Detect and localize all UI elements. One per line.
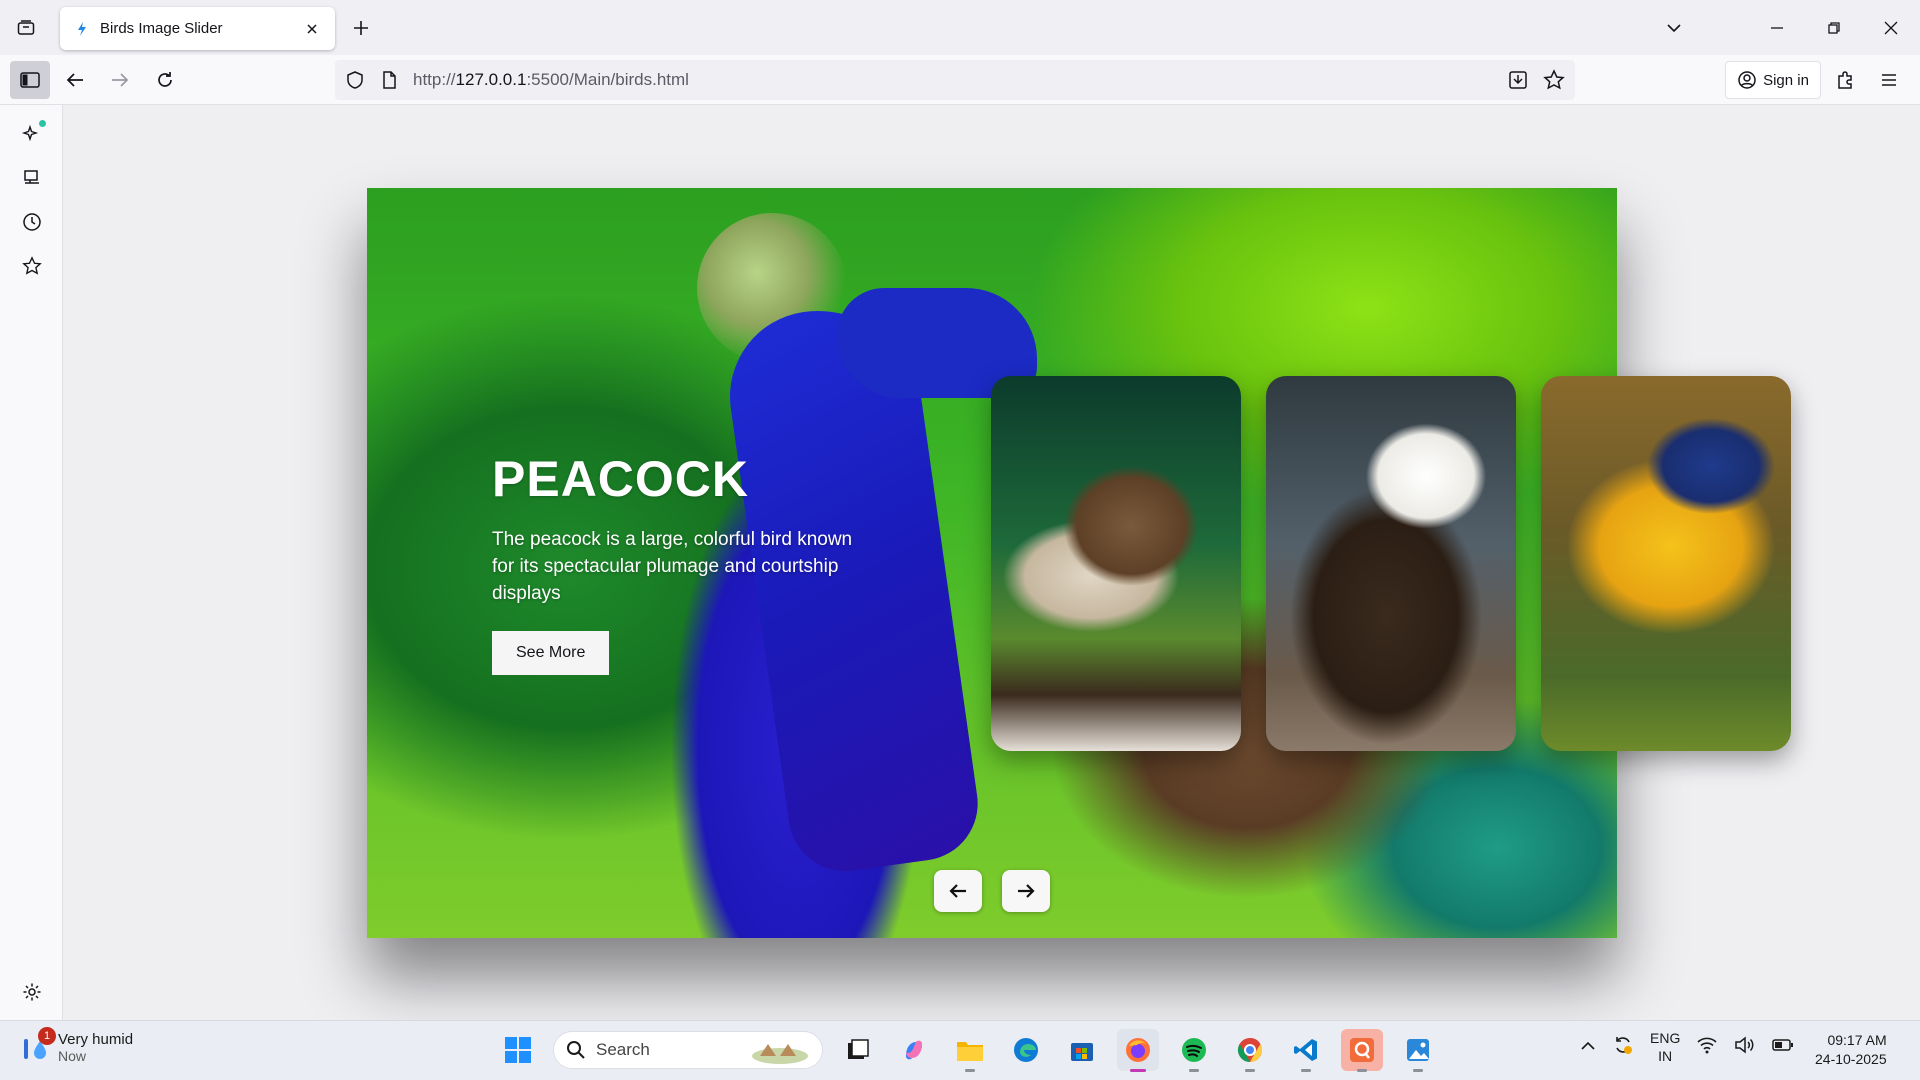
running-indicator bbox=[1413, 1069, 1423, 1072]
microsoft-store-icon[interactable] bbox=[1061, 1029, 1103, 1071]
weather-condition: Very humid bbox=[58, 1031, 134, 1048]
system-clock[interactable]: 09:17 AM 24-10-2025 bbox=[1815, 1031, 1887, 1069]
back-arrow-icon[interactable] bbox=[56, 61, 94, 99]
file-explorer-icon[interactable] bbox=[949, 1029, 991, 1072]
bookmarks-star-icon[interactable] bbox=[14, 248, 50, 284]
firefox-icon[interactable] bbox=[1117, 1029, 1159, 1072]
tracking-protection-shield-icon[interactable] bbox=[345, 70, 365, 90]
edge-browser-icon[interactable] bbox=[1005, 1029, 1047, 1071]
clock-date: 24-10-2025 bbox=[1815, 1051, 1887, 1067]
bookmark-star-icon[interactable] bbox=[1543, 69, 1565, 91]
close-window-icon[interactable] bbox=[1869, 10, 1913, 46]
prev-arrow-button[interactable] bbox=[934, 870, 982, 912]
running-indicator bbox=[1357, 1069, 1367, 1072]
synced-tabs-icon[interactable] bbox=[14, 160, 50, 196]
active-indicator bbox=[1130, 1069, 1146, 1072]
weather-time: Now bbox=[58, 1048, 87, 1064]
history-clock-icon[interactable] bbox=[14, 204, 50, 240]
tab-list-icon[interactable] bbox=[8, 10, 44, 46]
page-viewport: PEACOCK The peacock is a large, colorful… bbox=[63, 105, 1920, 1020]
restore-icon[interactable] bbox=[1812, 10, 1856, 46]
new-tab-icon[interactable] bbox=[343, 10, 379, 46]
chrome-icon[interactable] bbox=[1229, 1029, 1271, 1072]
notification-dot bbox=[39, 120, 46, 127]
sidebar-toggle-icon[interactable] bbox=[10, 61, 50, 99]
input-language[interactable]: ENG IN bbox=[1650, 1029, 1680, 1065]
region-code: IN bbox=[1658, 1048, 1673, 1064]
next-arrow-button[interactable] bbox=[1002, 870, 1050, 912]
search-placeholder: Search bbox=[596, 1040, 650, 1059]
quick-assist-icon[interactable] bbox=[1341, 1029, 1383, 1072]
weather-widget[interactable]: 1 Very humid Now bbox=[20, 1026, 133, 1064]
clock-time: 09:17 AM bbox=[1827, 1032, 1887, 1048]
page-info-icon[interactable] bbox=[379, 70, 399, 90]
ai-chatbot-sparkle-icon[interactable] bbox=[14, 116, 50, 152]
hero-title: PEACOCK bbox=[492, 451, 750, 507]
hero-description: The peacock is a large, colorful bird kn… bbox=[492, 529, 853, 604]
image-slider: PEACOCK The peacock is a large, colorful… bbox=[367, 188, 1791, 938]
search-icon bbox=[567, 1041, 585, 1059]
arrow-left-icon bbox=[949, 884, 966, 898]
close-tab-icon[interactable] bbox=[301, 18, 323, 40]
thumbnail-eagle[interactable] bbox=[1266, 376, 1516, 751]
thumbnail-sparrow[interactable] bbox=[991, 376, 1241, 751]
minimize-icon[interactable] bbox=[1755, 10, 1799, 46]
tab-overflow-chevron-down-icon[interactable] bbox=[1652, 10, 1696, 46]
photos-app-icon[interactable] bbox=[1397, 1029, 1439, 1072]
weather-text: Very humid Now bbox=[58, 1031, 133, 1064]
taskbar-apps: Search bbox=[497, 1029, 1439, 1072]
arrow-right-icon bbox=[1018, 884, 1035, 898]
thumbnail-parrot[interactable] bbox=[1541, 376, 1791, 751]
battery-icon[interactable] bbox=[1772, 1038, 1794, 1057]
url-path: :5500/Main/birds.html bbox=[526, 70, 689, 89]
system-tray: ENG IN bbox=[1580, 1029, 1794, 1065]
wifi-icon[interactable] bbox=[1696, 1036, 1718, 1059]
hamburger-menu-icon[interactable] bbox=[1870, 61, 1908, 99]
see-more-button[interactable]: See More bbox=[492, 631, 610, 675]
language-code: ENG bbox=[1650, 1030, 1681, 1046]
account-icon bbox=[1738, 71, 1756, 89]
navigation-toolbar: http://127.0.0.1:5500/Main/birds.html Si… bbox=[0, 55, 1920, 105]
hero-content: PEACOCK The peacock is a large, colorful… bbox=[492, 450, 872, 675]
running-indicator bbox=[965, 1069, 975, 1072]
notification-badge: 1 bbox=[38, 1026, 56, 1045]
url-host: 127.0.0.1 bbox=[455, 70, 527, 89]
sign-in-button[interactable]: Sign in bbox=[1725, 61, 1821, 99]
tab-title: Birds Image Slider bbox=[100, 20, 223, 37]
browser-sidebar bbox=[0, 105, 63, 1020]
settings-gear-icon[interactable] bbox=[14, 974, 50, 1010]
weather-humidity-icon: 1 bbox=[20, 1026, 56, 1063]
reload-icon[interactable] bbox=[146, 61, 184, 99]
forward-arrow-icon[interactable] bbox=[101, 61, 139, 99]
show-hidden-icons-chevron-up-icon[interactable] bbox=[1580, 1038, 1596, 1056]
address-bar[interactable]: http://127.0.0.1:5500/Main/birds.html bbox=[335, 60, 1575, 100]
start-windows-icon[interactable] bbox=[497, 1029, 539, 1071]
save-to-pocket-icon[interactable] bbox=[1507, 69, 1529, 91]
slider-arrows bbox=[934, 870, 1050, 912]
taskbar-search-input[interactable]: Search bbox=[553, 1031, 823, 1069]
volume-icon[interactable] bbox=[1734, 1035, 1756, 1059]
vscode-icon[interactable] bbox=[1285, 1029, 1327, 1072]
vscode-live-icon bbox=[78, 21, 86, 36]
running-indicator bbox=[1301, 1069, 1311, 1072]
url-prefix: http:// bbox=[413, 70, 456, 89]
running-indicator bbox=[1245, 1069, 1255, 1072]
url-text: http://127.0.0.1:5500/Main/birds.html bbox=[413, 70, 1507, 90]
search-highlight-icon bbox=[752, 1044, 808, 1064]
sign-in-label: Sign in bbox=[1763, 71, 1809, 89]
running-indicator bbox=[1189, 1069, 1199, 1072]
windows-taskbar: 1 Very humid Now Search ENG IN 09:17 AM … bbox=[0, 1020, 1920, 1080]
sync-icon[interactable] bbox=[1612, 1034, 1634, 1061]
tab-strip: Birds Image Slider bbox=[0, 0, 1920, 55]
task-view-icon[interactable] bbox=[837, 1029, 879, 1071]
copilot-icon[interactable] bbox=[893, 1029, 935, 1071]
spotify-icon[interactable] bbox=[1173, 1029, 1215, 1072]
extensions-puzzle-icon[interactable] bbox=[1826, 61, 1864, 99]
active-tab[interactable]: Birds Image Slider bbox=[60, 7, 335, 50]
